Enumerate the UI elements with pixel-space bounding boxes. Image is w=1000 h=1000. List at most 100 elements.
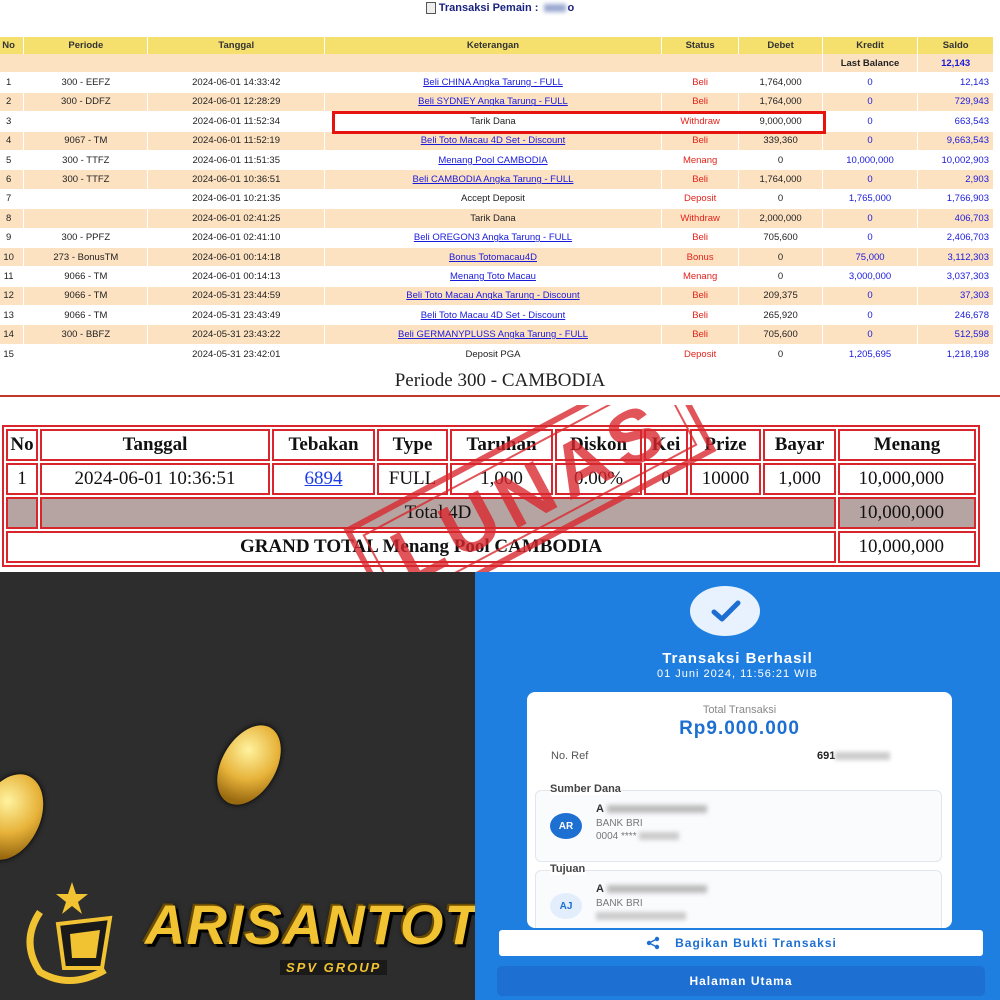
row-balance: 663,543 [917, 111, 994, 132]
destination-name: A [596, 883, 707, 895]
column-header: Keterangan [324, 37, 662, 54]
row-debit: 0 [738, 189, 823, 210]
reference-value: 691 [817, 750, 891, 762]
row-debit: 705,600 [738, 324, 823, 345]
row-credit: 0 [822, 72, 919, 93]
row-no: 8 [0, 208, 25, 229]
row-balance: 2,406,703 [917, 228, 994, 248]
table-header-row: No Periode Tanggal Keterangan Status Debet Kre… [0, 37, 994, 54]
row-periode: 300 - TTFZ [23, 150, 149, 171]
receipt-card: Total Transaksi Rp9.000.000 No. Ref 691 … [527, 692, 952, 942]
table-row: 13 9066 - TM 2024-05-31 23:43:49 Beli Toto … [0, 305, 994, 326]
row-date: 2024-06-01 11:52:34 [147, 111, 326, 132]
destination-account [596, 911, 686, 922]
brand-logo: ARISANTOTO SPV GROUP [10, 872, 475, 992]
source-fund-section: Sumber Dana AR A BANK BRI 0004 **** [535, 783, 942, 862]
row-status: Menang [661, 150, 740, 171]
row-description[interactable]: Beli SYDNEY Angka Tarung - FULL [324, 92, 662, 113]
row-status: Beli [661, 169, 740, 190]
bet-number-link[interactable]: 6894 [272, 463, 375, 495]
withdraw-highlight-box [332, 111, 826, 134]
row-credit: 10,000,000 [822, 150, 919, 171]
share-receipt-button[interactable]: Bagikan Bukti Transaksi [497, 928, 985, 958]
table-row: 11 9066 - TM 2024-06-01 00:14:13 Menang Tot… [0, 266, 994, 287]
row-no: 13 [0, 305, 25, 326]
column-header: Periode [23, 37, 149, 54]
brand-panel: ARISANTOTO SPV GROUP [0, 572, 475, 1000]
row-description[interactable]: Beli Toto Macau Angka Tarung - Discount [324, 286, 662, 307]
row-periode [23, 111, 149, 132]
row-description[interactable]: Beli GERMANYPLUSS Angka Tarung - FULL [324, 324, 662, 345]
bet-win: 10,000,000 [838, 463, 976, 495]
table-row: 14 300 - BBFZ 2024-05-31 23:43:22 Beli GERM… [0, 324, 994, 345]
row-credit: 0 [822, 111, 919, 132]
bet-column-header: Kei [644, 429, 688, 461]
row-date: 2024-06-01 11:51:35 [147, 150, 326, 171]
row-balance: 1,766,903 [917, 189, 994, 210]
bet-stake: 1,000 [450, 463, 553, 495]
row-credit: 0 [822, 324, 919, 345]
row-description[interactable]: Beli OREGON3 Angka Tarung - FULL [324, 228, 662, 248]
row-date: 2024-05-31 23:43:22 [147, 324, 326, 345]
row-description[interactable]: Beli Toto Macau 4D Set - Discount [324, 305, 662, 326]
row-periode: 300 - DDFZ [23, 92, 149, 113]
row-description[interactable]: Beli CAMBODIA Angka Tarung - FULL [324, 169, 662, 190]
row-balance: 512,598 [917, 324, 994, 345]
table-row: 12 9066 - TM 2024-05-31 23:44:59 Beli Toto … [0, 286, 994, 307]
row-no: 3 [0, 111, 25, 132]
bet-column-header: Tanggal [40, 429, 270, 461]
table-row: 5 300 - TTFZ 2024-06-01 11:51:35 Menang Poo… [0, 150, 994, 171]
table-row: 1 300 - EEFZ 2024-06-01 14:33:42 Beli CHINA… [0, 72, 994, 93]
row-date: 2024-06-01 02:41:25 [147, 208, 326, 229]
row-status: Beli [661, 305, 740, 326]
row-credit: 0 [822, 228, 919, 248]
column-header: No [0, 37, 25, 54]
bank-receipt: Transaksi Berhasil 01 Juni 2024, 11:56:2… [475, 572, 1000, 1000]
table-row: 2 300 - DDFZ 2024-06-01 12:28:29 Beli SYDNE… [0, 92, 994, 113]
bet-column-header: Menang [838, 429, 976, 461]
column-header: Tanggal [147, 37, 326, 54]
row-no: 9 [0, 228, 25, 248]
row-balance: 37,303 [917, 286, 994, 307]
receipt-datetime: 01 Juni 2024, 11:56:21 WIB [657, 668, 818, 680]
row-date: 2024-06-01 02:41:10 [147, 228, 326, 248]
coin-decoration [204, 714, 294, 816]
home-button[interactable]: Halaman Utama [497, 966, 985, 996]
table-row: 7 2024-06-01 10:21:35 Accept Deposit Deposi… [0, 189, 994, 210]
column-header: Kredit [822, 37, 919, 54]
row-no: 10 [0, 247, 25, 268]
row-no: 14 [0, 324, 25, 345]
bet-pay: 1,000 [763, 463, 836, 495]
row-credit: 0 [822, 208, 919, 229]
row-no: 5 [0, 150, 25, 171]
row-date: 2024-06-01 14:33:42 [147, 72, 326, 93]
transaction-table: No Periode Tanggal Keterangan Status Debet Kre… [0, 37, 994, 365]
bet-kei: 0 [644, 463, 688, 495]
last-balance-label: Last Balance [822, 54, 919, 74]
row-description[interactable]: Menang Pool CAMBODIA [324, 150, 662, 171]
row-credit: 75,000 [822, 247, 919, 268]
row-balance: 9,663,543 [917, 131, 994, 151]
row-description[interactable]: Beli CHINA Angka Tarung - FULL [324, 72, 662, 93]
row-debit: 1,764,000 [738, 72, 823, 93]
total-label: Total 4D [40, 497, 836, 529]
last-balance-value: 12,143 [917, 54, 994, 74]
bet-column-header: Prize [690, 429, 761, 461]
last-balance-row: Last Balance 12,143 [0, 54, 994, 74]
source-bank: BANK BRI [596, 818, 643, 829]
row-balance: 3,112,303 [917, 247, 994, 268]
periode-title: Periode 300 - CAMBODIA [394, 370, 606, 391]
column-header: Debet [738, 37, 823, 54]
row-debit: 1,764,000 [738, 92, 823, 113]
row-date: 2024-05-31 23:42:01 [147, 344, 326, 365]
bet-column-header: Diskon [555, 429, 642, 461]
row-description[interactable]: Menang Toto Macau [324, 266, 662, 287]
coin-decoration [0, 763, 57, 871]
row-status: Withdraw [661, 208, 740, 229]
row-description[interactable]: Bonus Totomacau4D [324, 247, 662, 268]
row-description: Accept Deposit [324, 189, 662, 210]
row-periode: 300 - TTFZ [23, 169, 149, 190]
row-status: Beli [661, 286, 740, 307]
bet-header-row: No Tanggal Tebakan Type Taruhan Diskon Kei Priz… [6, 429, 976, 461]
row-status: Deposit [661, 344, 740, 365]
